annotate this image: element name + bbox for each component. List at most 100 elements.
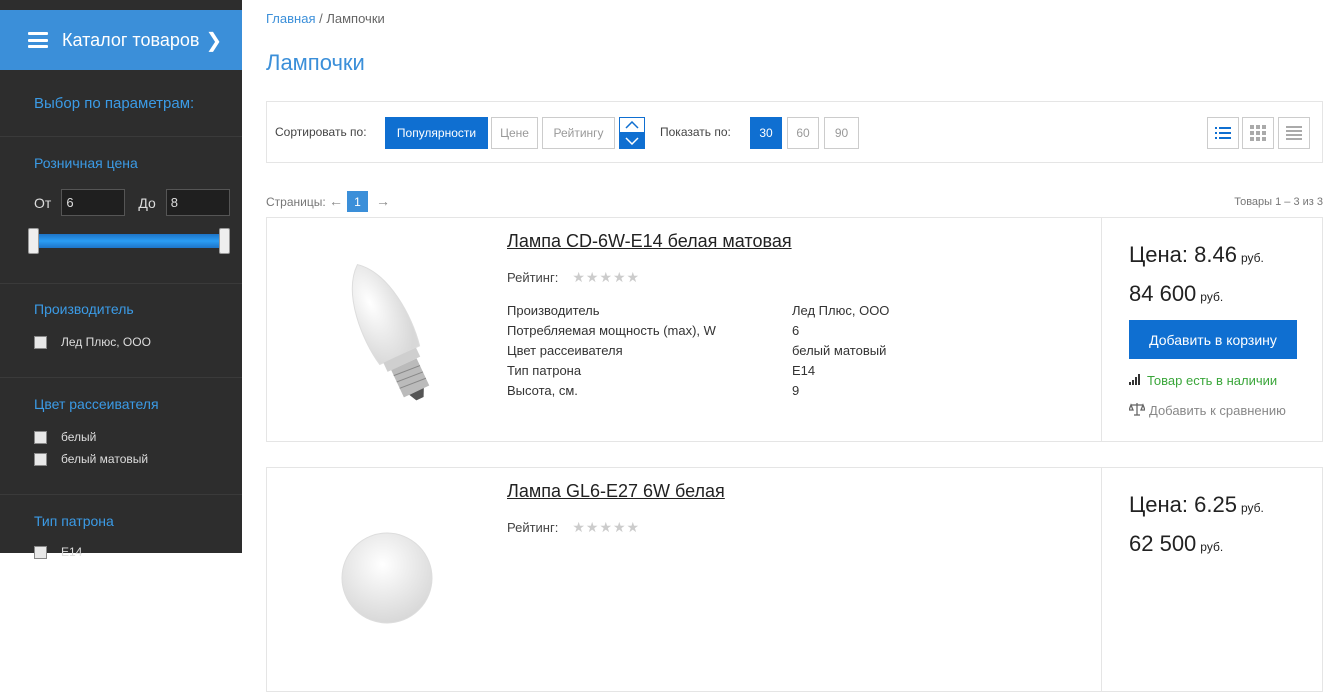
- diffuser-filter-title: Цвет рассеивателя: [34, 396, 159, 412]
- params-title: Выбор по параметрам:: [34, 95, 195, 112]
- compare-label: Добавить к сравнению: [1149, 403, 1286, 418]
- hamburger-icon: [28, 32, 48, 48]
- product-image[interactable]: [307, 248, 467, 408]
- diffuser-option-white[interactable]: белый: [34, 430, 96, 444]
- sort-toolbar: Сортировать по: Популярности Цене Рейтин…: [266, 101, 1323, 163]
- price-value: Цена: 8.46: [1129, 242, 1237, 267]
- price-secondary: 84 600 руб.: [1129, 281, 1223, 307]
- property-value: 6: [792, 323, 800, 338]
- price-range-slider[interactable]: [28, 228, 230, 254]
- price-from-label: От: [34, 194, 52, 211]
- items-count: Товары 1 – 3 из 3: [1234, 196, 1323, 208]
- property-row: Высота, см. 9: [507, 381, 889, 401]
- property-key: Тип патрона: [507, 363, 582, 378]
- add-to-compare-link[interactable]: Добавить к сравнению: [1128, 402, 1286, 419]
- price-from-input[interactable]: [61, 189, 126, 216]
- property-key: Цвет рассеивателя: [507, 343, 623, 358]
- pages-label: Страницы:: [266, 195, 326, 209]
- price-to-input[interactable]: [165, 189, 230, 216]
- property-key: Потребляемая мощность (max), W: [507, 323, 716, 338]
- show-30-button[interactable]: 30: [750, 117, 782, 149]
- page-1-button[interactable]: 1: [347, 191, 368, 212]
- page-title: Лампочки: [266, 50, 365, 75]
- sidebar-filter-panel: Каталог товаров ❯ Выбор по параметрам: Р…: [0, 0, 242, 559]
- checkbox[interactable]: [34, 430, 47, 444]
- product-name-link[interactable]: Лампа CD-6W-E14 белая матовая: [507, 231, 792, 252]
- catalog-menu-button[interactable]: Каталог товаров ❯: [0, 10, 242, 70]
- product-card: Лампа GL6-E27 6W белая Рейтинг: ★★★★★ Це…: [266, 467, 1323, 692]
- grid-view-icon[interactable]: [1242, 117, 1274, 149]
- catalog-menu-label: Каталог товаров: [62, 29, 200, 50]
- price-range-inputs: От До: [34, 189, 230, 216]
- option-label: белый матовый: [61, 452, 149, 466]
- option-label: E14: [61, 545, 83, 559]
- socket-option-e14[interactable]: E14: [34, 545, 82, 559]
- property-row: Цвет рассеивателя белый матовый: [507, 341, 889, 361]
- property-value: белый матовый: [792, 343, 887, 358]
- slider-min-handle[interactable]: [28, 228, 39, 254]
- price-to-label: До: [138, 194, 156, 211]
- prev-page-arrow-icon[interactable]: ←: [329, 193, 343, 209]
- next-page-arrow-icon[interactable]: →: [376, 193, 390, 209]
- manufacturer-filter-title: Производитель: [34, 301, 134, 317]
- slider-track: [34, 234, 226, 248]
- manufacturer-option[interactable]: Лед Плюс, ООО: [34, 335, 151, 349]
- checkbox[interactable]: [34, 452, 47, 466]
- list-view-icon[interactable]: [1207, 117, 1239, 149]
- product-properties: Производитель Лед Плюс, ООО Потребляемая …: [507, 301, 889, 401]
- sort-desc-icon[interactable]: [620, 133, 644, 148]
- breadcrumb-current: Лампочки: [326, 11, 385, 26]
- price-unit: руб.: [1240, 501, 1264, 515]
- price: Цена: 8.46 руб.: [1129, 242, 1264, 268]
- sort-asc-icon[interactable]: [620, 118, 644, 133]
- divider: [0, 494, 242, 495]
- option-label: Лед Плюс, ООО: [61, 335, 151, 349]
- property-value: 9: [792, 383, 800, 398]
- product-card: Лампа CD-6W-E14 белая матовая Рейтинг: ★…: [266, 217, 1323, 442]
- show-60-button[interactable]: 60: [787, 117, 819, 149]
- show-90-button[interactable]: 90: [824, 117, 859, 149]
- divider: [0, 377, 242, 378]
- sort-direction-toggle[interactable]: [619, 117, 645, 149]
- rating-label: Рейтинг:: [507, 520, 559, 535]
- show-label: Показать по:: [660, 125, 731, 139]
- price-filter-title: Розничная цена: [34, 155, 138, 171]
- sort-popularity-button[interactable]: Популярности: [385, 117, 488, 149]
- rating-stars-icon[interactable]: ★★★★★: [572, 269, 640, 286]
- property-value: E14: [792, 363, 816, 378]
- rating-stars-icon[interactable]: ★★★★★: [572, 519, 640, 536]
- sort-price-button[interactable]: Цене: [491, 117, 538, 149]
- price2-value: 62 500: [1129, 531, 1197, 556]
- slider-max-handle[interactable]: [219, 228, 230, 254]
- breadcrumb: Главная / Лампочки: [266, 11, 385, 26]
- scales-icon: [1128, 402, 1146, 419]
- checkbox[interactable]: [34, 335, 47, 349]
- breadcrumb-separator: /: [319, 11, 323, 26]
- product-rating: Рейтинг: ★★★★★: [507, 519, 640, 536]
- socket-filter-title: Тип патрона: [34, 513, 114, 529]
- property-row: Производитель Лед Плюс, ООО: [507, 301, 889, 321]
- price2-value: 84 600: [1129, 281, 1197, 306]
- signal-bars-icon: [1129, 373, 1141, 388]
- add-to-cart-button[interactable]: Добавить в корзину: [1129, 320, 1297, 359]
- product-image[interactable]: [307, 498, 467, 658]
- divider: [0, 283, 242, 284]
- price-panel: Цена: 8.46 руб. 84 600 руб. Добавить в кор…: [1101, 218, 1323, 441]
- checkbox[interactable]: [34, 545, 47, 559]
- property-value: Лед Плюс, ООО: [792, 303, 890, 318]
- price2-unit: руб.: [1200, 540, 1224, 554]
- sort-label: Сортировать по:: [275, 125, 367, 139]
- stock-label: Товар есть в наличии: [1147, 373, 1278, 388]
- price: Цена: 6.25 руб.: [1129, 492, 1264, 518]
- pagination: Страницы: ← 1 → Товары 1 – 3 из 3: [266, 191, 1323, 213]
- breadcrumb-home-link[interactable]: Главная: [266, 11, 315, 26]
- divider: [0, 136, 242, 137]
- diffuser-option-matte-white[interactable]: белый матовый: [34, 452, 148, 466]
- option-label: белый: [61, 430, 97, 444]
- property-row: Тип патрона E14: [507, 361, 889, 381]
- sort-rating-button[interactable]: Рейтингу: [542, 117, 615, 149]
- table-view-icon[interactable]: [1278, 117, 1310, 149]
- price-secondary: 62 500 руб.: [1129, 531, 1223, 557]
- product-name-link[interactable]: Лампа GL6-E27 6W белая: [507, 481, 725, 502]
- product-rating: Рейтинг: ★★★★★: [507, 269, 640, 286]
